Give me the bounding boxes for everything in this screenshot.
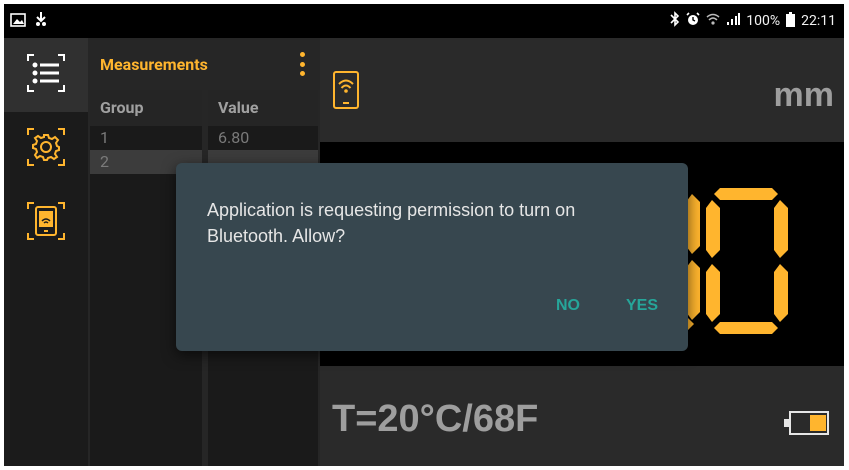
value-column-header: Value [208, 90, 318, 126]
temperature-readout: T=20°C/68F [332, 398, 539, 440]
nav-settings[interactable] [4, 112, 88, 186]
battery-percent: 100% [746, 13, 781, 29]
yes-button[interactable]: YES [626, 297, 658, 315]
download-icon [34, 11, 48, 31]
group-column-header: Group [90, 90, 202, 126]
side-nav [4, 38, 88, 466]
list-icon [24, 51, 68, 99]
signal-icon [726, 12, 741, 30]
status-time: 22:11 [801, 13, 836, 29]
settings-icon [24, 125, 68, 173]
nav-device[interactable] [4, 186, 88, 260]
no-button[interactable]: NO [556, 297, 580, 315]
device-connect-icon [24, 199, 68, 247]
wifi-icon [706, 12, 720, 30]
display-header: mm [320, 38, 844, 142]
battery-icon [786, 11, 796, 31]
measurements-title: Measurements [100, 54, 208, 74]
alarm-icon [686, 12, 700, 30]
measurements-header: Measurements [88, 38, 320, 90]
table-cell-value[interactable]: 6.80 [208, 126, 318, 150]
display-footer: T=20°C/68F [320, 366, 844, 466]
dialog-message: Application is requesting permission to … [207, 200, 576, 246]
device-wifi-icon[interactable] [332, 70, 360, 114]
device-battery-icon [784, 411, 830, 439]
app-screen: 100% 22:11 Measurements Group 1 2 Value … [4, 4, 844, 466]
overflow-menu-icon[interactable] [298, 52, 306, 76]
unit-label: mm [773, 76, 834, 114]
image-icon [10, 12, 26, 31]
bluetooth-icon [670, 11, 680, 31]
bluetooth-permission-dialog: Application is requesting permission to … [176, 163, 688, 351]
nav-measurements-list[interactable] [4, 38, 88, 112]
status-bar: 100% 22:11 [4, 4, 844, 38]
table-cell-group[interactable]: 1 [90, 126, 202, 150]
